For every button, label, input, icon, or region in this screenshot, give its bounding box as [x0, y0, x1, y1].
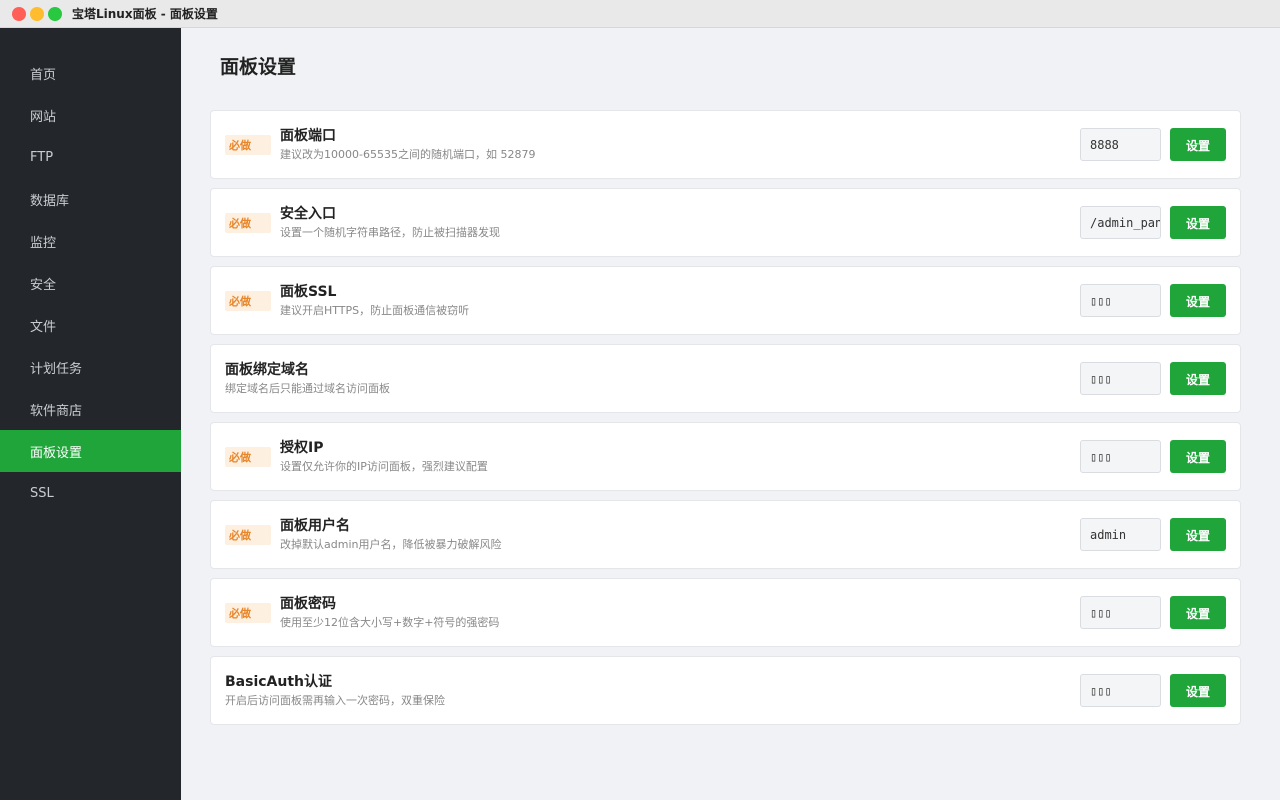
sidebar-item-files[interactable]: 文件: [0, 304, 181, 346]
bind-domain-input[interactable]: [1080, 362, 1161, 395]
sidebar-item-panel-settings[interactable]: 面板设置: [0, 430, 181, 472]
basic-auth-set-button[interactable]: 设置: [1170, 674, 1226, 707]
required-badge: 必做: [225, 524, 271, 545]
setting-row-panel-port: 必做 面板端口 建议改为10000-65535之间的随机端口，如 52879 设…: [210, 110, 1241, 179]
required-badge: 必做: [225, 212, 271, 233]
panel-ssl-set-button[interactable]: 设置: [1170, 284, 1226, 317]
panel-port-set-button[interactable]: 设置: [1170, 128, 1226, 161]
panel-username-input[interactable]: [1080, 518, 1161, 551]
sidebar-item-website[interactable]: 网站: [0, 94, 181, 136]
setting-row-panel-ssl: 必做 面板SSL 建议开启HTTPS，防止面板通信被窃听 设置: [210, 266, 1241, 335]
setting-title: 面板绑定域名: [225, 362, 309, 378]
setting-description: 绑定域名后只能通过域名访问面板: [225, 382, 390, 395]
authorized-ip-set-button[interactable]: 设置: [1170, 440, 1226, 473]
basic-auth-input[interactable]: [1080, 674, 1161, 707]
window-title: 宝塔Linux面板 - 面板设置: [72, 7, 218, 21]
setting-description: 开启后访问面板需再输入一次密码，双重保险: [225, 694, 445, 707]
setting-description: 建议开启HTTPS，防止面板通信被窃听: [280, 304, 470, 317]
sidebar-item-database[interactable]: 数据库: [0, 178, 181, 220]
maximize-window-button[interactable]: [48, 6, 62, 21]
sidebar-item-monitor[interactable]: 监控: [0, 220, 181, 262]
security-entry-set-button[interactable]: 设置: [1170, 206, 1226, 239]
window-titlebar: 宝塔Linux面板 - 面板设置: [0, 0, 1280, 28]
required-badge: 必做: [225, 602, 271, 623]
security-entry-input[interactable]: [1080, 206, 1161, 239]
settings-list: 必做 面板端口 建议改为10000-65535之间的随机端口，如 52879 设…: [210, 110, 1241, 734]
authorized-ip-input[interactable]: [1080, 440, 1161, 473]
setting-description: 建议改为10000-65535之间的随机端口，如 52879: [280, 148, 536, 161]
panel-ssl-input[interactable]: [1080, 284, 1161, 317]
setting-description: 改掉默认admin用户名，降低被暴力破解风险: [280, 538, 502, 551]
setting-title: 授权IP: [280, 440, 324, 456]
setting-row-security-entry: 必做 安全入口 设置一个随机字符串路径，防止被扫描器发现 设置: [210, 188, 1241, 257]
minimize-window-button[interactable]: [30, 6, 44, 21]
page-title: 面板设置: [220, 56, 297, 78]
setting-title: 面板用户名: [280, 518, 350, 534]
setting-title: 面板SSL: [280, 284, 337, 300]
setting-row-panel-username: 必做 面板用户名 改掉默认admin用户名，降低被暴力破解风险 设置: [210, 500, 1241, 569]
sidebar-item-home[interactable]: 首页: [0, 52, 181, 94]
panel-username-set-button[interactable]: 设置: [1170, 518, 1226, 551]
sidebar-item-security[interactable]: 安全: [0, 262, 181, 304]
panel-password-set-button[interactable]: 设置: [1170, 596, 1226, 629]
required-badge: 必做: [225, 290, 271, 311]
required-badge: 必做: [225, 446, 271, 467]
sidebar-item-app-store[interactable]: 软件商店: [0, 388, 181, 430]
close-window-button[interactable]: [12, 6, 26, 21]
setting-row-authorized-ip: 必做 授权IP 设置仅允许你的IP访问面板，强烈建议配置 设置: [210, 422, 1241, 491]
setting-row-basic-auth: BasicAuth认证 开启后访问面板需再输入一次密码，双重保险 设置: [210, 656, 1241, 725]
sidebar-item-ssl[interactable]: SSL: [0, 472, 181, 514]
panel-password-input[interactable]: [1080, 596, 1161, 629]
bind-domain-set-button[interactable]: 设置: [1170, 362, 1226, 395]
setting-title: 面板端口: [280, 128, 336, 144]
setting-title: 面板密码: [280, 596, 336, 612]
setting-description: 使用至少12位含大小写+数字+符号的强密码: [280, 616, 500, 629]
setting-row-panel-password: 必做 面板密码 使用至少12位含大小写+数字+符号的强密码 设置: [210, 578, 1241, 647]
required-badge: 必做: [225, 134, 271, 155]
sidebar-item-cron[interactable]: 计划任务: [0, 346, 181, 388]
setting-row-bind-domain: 面板绑定域名 绑定域名后只能通过域名访问面板 设置: [210, 344, 1241, 413]
setting-title: BasicAuth认证: [225, 674, 333, 690]
setting-description: 设置仅允许你的IP访问面板，强烈建议配置: [280, 460, 488, 473]
panel-port-input[interactable]: [1080, 128, 1161, 161]
setting-description: 设置一个随机字符串路径，防止被扫描器发现: [280, 226, 500, 239]
main-content: 面板设置 必做 面板端口 建议改为10000-65535之间的随机端口，如 52…: [181, 28, 1280, 800]
sidebar: 首页 网站 FTP 数据库 监控 安全 文件 计划任务 软件商店 面板设置 SS…: [0, 28, 181, 800]
setting-title: 安全入口: [280, 206, 336, 222]
sidebar-item-ftp[interactable]: FTP: [0, 136, 181, 178]
